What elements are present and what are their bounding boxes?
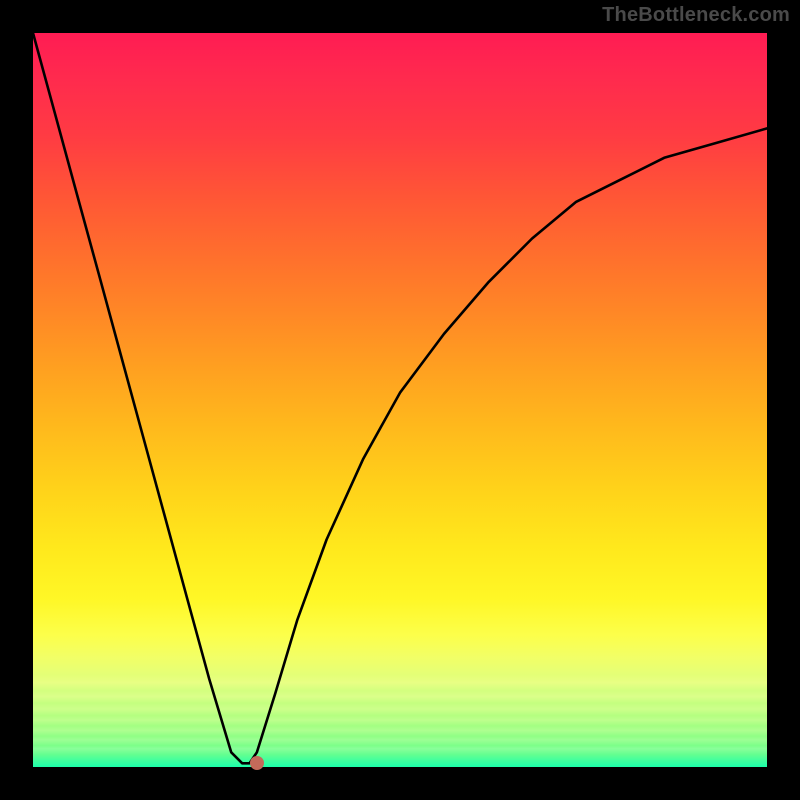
- plot-area: [33, 33, 767, 767]
- curve-path: [33, 33, 767, 763]
- watermark-text: TheBottleneck.com: [602, 4, 790, 27]
- bottleneck-curve: [33, 33, 767, 767]
- chart-stage: TheBottleneck.com: [0, 0, 800, 800]
- optimum-marker: [250, 756, 264, 770]
